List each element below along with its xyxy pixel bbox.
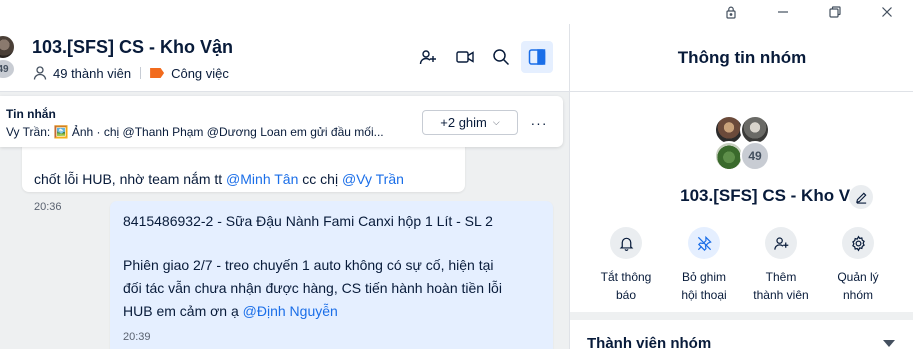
manage-group-button[interactable]: Quản lý nhóm — [822, 227, 894, 304]
chat-meta: 49 thành viên Công việc — [32, 65, 229, 81]
panel-divider — [570, 312, 913, 320]
video-call-icon[interactable] — [449, 41, 481, 73]
conversation-area[interactable]: chốt lỗi HUB, nhờ team nắm tt @Minh Tân … — [0, 92, 569, 349]
members-section-title[interactable]: Thành viên nhóm — [587, 335, 711, 349]
add-member-icon — [765, 227, 797, 259]
action-label: nhóm — [842, 288, 874, 302]
action-label: báo — [615, 288, 637, 302]
chevron-down-icon: ⌵ — [492, 117, 500, 127]
group-avatar-large[interactable]: 49 — [713, 114, 773, 174]
mention-link[interactable]: @Vy Trần — [342, 171, 404, 187]
member-count-badge: 49 — [0, 58, 16, 80]
caret-down-icon[interactable] — [883, 340, 895, 347]
message-time: 20:36 — [34, 201, 62, 213]
mute-notifications-button[interactable]: Tắt thông báo — [590, 227, 662, 304]
message-text: chốt lỗi HUB, nhờ team nắm tt @Minh Tân … — [34, 171, 404, 187]
group-info-panel: Thông tin nhóm 49 103.[SFS] CS - Kho Vận… — [569, 24, 913, 349]
group-avatar[interactable]: 49 — [0, 34, 24, 82]
mention-link[interactable]: @Minh Tân — [226, 171, 298, 187]
restore-icon[interactable] — [812, 0, 858, 24]
action-label: Tắt thông — [600, 270, 652, 284]
message-time: 20:39 — [123, 331, 151, 343]
pencil-icon — [855, 192, 866, 204]
message-line: 8415486932-2 - Sữa Đậu Nành Fami Canxi h… — [123, 213, 493, 229]
message-line: Phiên giao 2/7 - treo chuyến 1 auto khôn… — [123, 257, 494, 273]
pinned-title: Tin nhắn — [6, 107, 56, 121]
member-count-badge: 49 — [740, 141, 770, 171]
bell-icon — [610, 227, 642, 259]
gear-icon — [842, 227, 874, 259]
action-label: hội thoại — [681, 288, 727, 302]
search-icon[interactable] — [485, 41, 517, 73]
add-member-icon[interactable] — [412, 41, 444, 73]
pinned-preview[interactable]: Vy Trần: 🖼️ Ảnh · chị @Thanh Phạm @Dương… — [6, 125, 411, 139]
lock-icon[interactable] — [708, 0, 754, 24]
member-count-link[interactable]: 49 thành viên — [53, 66, 131, 81]
minimize-icon[interactable] — [760, 0, 806, 24]
unpin-icon — [688, 227, 720, 259]
action-label: Thêm — [765, 270, 797, 284]
meta-divider — [140, 67, 142, 79]
action-label: thành viên — [753, 288, 809, 302]
panel-title: Thông tin nhóm — [570, 24, 913, 92]
window-titlebar — [0, 0, 913, 24]
pinned-messages-bar[interactable]: Tin nhắn Vy Trần: 🖼️ Ảnh · chị @Thanh Ph… — [0, 96, 563, 147]
member-icon — [33, 66, 47, 80]
chat-header: 49 103.[SFS] CS - Kho Vận 49 thành viên … — [0, 24, 569, 92]
chat-title[interactable]: 103.[SFS] CS - Kho Vận — [32, 37, 233, 58]
message-sent[interactable]: 8415486932-2 - Sữa Đậu Nành Fami Canxi h… — [110, 201, 553, 349]
mention-link[interactable]: @Định Nguyễn — [243, 303, 338, 319]
add-member-button[interactable]: Thêm thành viên — [745, 227, 817, 304]
close-icon[interactable] — [864, 0, 910, 24]
chat-tag[interactable]: Công việc — [171, 66, 229, 81]
pinned-menu-button[interactable]: ··· — [528, 112, 550, 134]
unpin-conversation-button[interactable]: Bỏ ghim hội thoại — [668, 227, 740, 304]
toggle-panel-icon[interactable] — [521, 41, 553, 73]
action-label: Quản lý — [837, 270, 879, 284]
edit-name-button[interactable] — [849, 185, 873, 209]
more-pins-button[interactable]: +2 ghim ⌵ — [422, 110, 518, 135]
message-line: HUB em cảm ơn ạ @Định Nguyễn — [123, 303, 338, 319]
action-label: Bỏ ghim — [681, 270, 727, 284]
member-avatar — [0, 34, 16, 60]
group-name: 103.[SFS] CS - Kho Vận — [680, 186, 870, 205]
tag-icon — [150, 68, 165, 78]
message-line: đối tác vẫn chưa nhận được hàng, CS tiến… — [123, 280, 502, 296]
